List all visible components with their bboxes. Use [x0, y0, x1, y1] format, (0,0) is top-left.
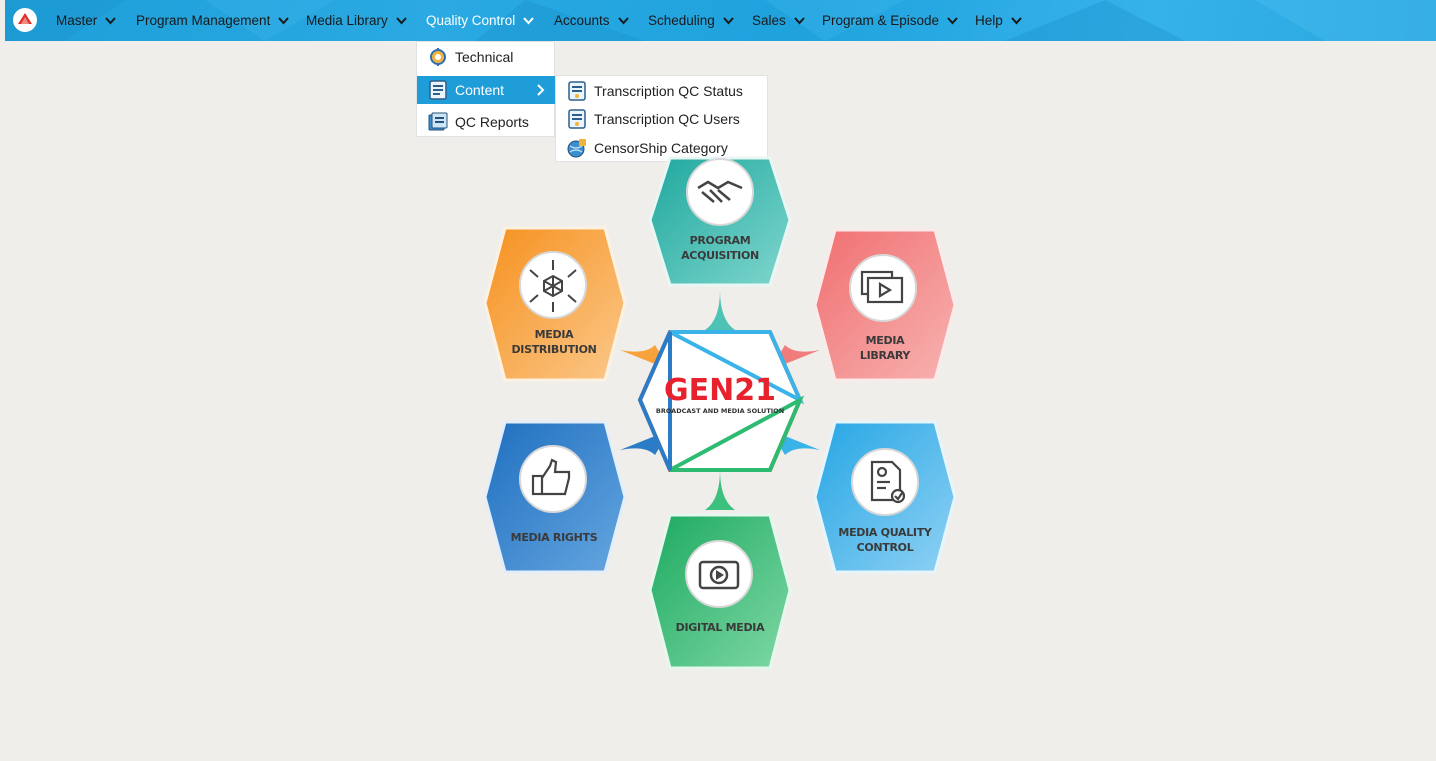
chevron-down-icon	[396, 16, 407, 24]
dropdown-item-label: Technical	[455, 49, 514, 65]
nav-item-label: Sales	[752, 13, 786, 28]
nav-item-master[interactable]: Master	[56, 0, 117, 41]
nav-item-label: Media Library	[306, 13, 388, 28]
document-icon	[568, 81, 586, 101]
node-label: MEDIA	[535, 328, 574, 341]
nav-item-label: Program Management	[136, 13, 271, 28]
document-icon	[429, 80, 447, 100]
submenu-item-label: Transcription QC Status	[594, 83, 743, 99]
node-label: ACQUISITION	[681, 249, 759, 262]
nav-item-sales[interactable]: Sales	[752, 0, 805, 41]
node-label: DIGITAL MEDIA	[676, 621, 765, 634]
nav-item-accounts[interactable]: Accounts	[554, 0, 629, 41]
dropdown-item-label: QC Reports	[455, 114, 529, 130]
node-label: MEDIA	[866, 334, 905, 347]
nav-item-label: Program & Episode	[822, 13, 940, 28]
chevron-down-icon	[794, 16, 805, 24]
content-submenu: Transcription QC Status Transcription QC…	[555, 75, 768, 162]
nav-item-scheduling[interactable]: Scheduling	[648, 0, 734, 41]
node-media-distribution[interactable]: MEDIA DISTRIBUTION	[483, 226, 627, 382]
center-title: GEN21	[664, 373, 776, 408]
dropdown-item-technical[interactable]: Technical	[417, 43, 555, 71]
submenu-item-transcription-qc-users[interactable]: Transcription QC Users	[556, 105, 767, 133]
nav-item-help[interactable]: Help	[975, 0, 1022, 41]
nav-item-label: Scheduling	[648, 13, 715, 28]
chevron-down-icon	[278, 16, 290, 24]
dropdown-item-label: Content	[455, 82, 505, 98]
submenu-item-label: Transcription QC Users	[594, 111, 740, 127]
logo-icon	[18, 13, 32, 24]
node-digital-media[interactable]: DIGITAL MEDIA	[648, 513, 792, 670]
report-icon	[428, 112, 448, 131]
nav-item-label: Quality Control	[426, 13, 516, 28]
nav-item-program-management[interactable]: Program Management	[136, 0, 290, 41]
node-label: DISTRIBUTION	[511, 343, 596, 356]
chevron-down-icon	[617, 16, 629, 24]
node-label: PROGRAM	[690, 234, 751, 247]
chevron-down-icon	[1011, 16, 1022, 24]
nav-item-label: Help	[975, 13, 1003, 28]
node-label: CONTROL	[857, 541, 914, 554]
modules-diagram: GEN21 BROADCAST AND MEDIA SOLUTION PROGR…	[483, 156, 957, 670]
node-program-acquisition[interactable]: PROGRAM ACQUISITION	[648, 156, 792, 287]
node-media-library[interactable]: MEDIA LIBRARY	[813, 228, 957, 382]
quality-control-dropdown: Technical Content QC Reports	[416, 41, 555, 137]
center-hexagon: GEN21 BROADCAST AND MEDIA SOLUTION	[637, 330, 805, 472]
submenu-item-transcription-qc-status[interactable]: Transcription QC Status	[556, 77, 767, 105]
chevron-down-icon	[947, 16, 958, 24]
chevron-right-icon	[537, 84, 545, 96]
chevron-down-icon	[523, 16, 535, 24]
top-navbar: Master Program Management Media Library Qua…	[5, 0, 1436, 41]
gear-icon	[430, 48, 446, 66]
center-subtitle: BROADCAST AND MEDIA SOLUTION	[656, 407, 784, 415]
nav-item-program-episode[interactable]: Program & Episode	[822, 0, 958, 41]
dropdown-item-content[interactable]: Content	[417, 76, 555, 104]
node-label: MEDIA RIGHTS	[511, 531, 598, 544]
nav-item-quality-control[interactable]: Quality Control	[426, 0, 535, 41]
node-label: MEDIA QUALITY	[838, 526, 932, 539]
node-media-rights[interactable]: MEDIA RIGHTS	[483, 420, 627, 574]
document-icon	[568, 109, 586, 129]
nav-item-label: Accounts	[554, 13, 610, 28]
node-label: LIBRARY	[860, 349, 912, 362]
nav-item-label: Master	[56, 13, 98, 28]
dropdown-item-qc-reports[interactable]: QC Reports	[417, 108, 555, 136]
node-media-quality-control[interactable]: MEDIA QUALITY CONTROL	[813, 420, 957, 574]
chevron-down-icon	[723, 16, 734, 24]
app-logo[interactable]	[13, 8, 37, 32]
chevron-down-icon	[105, 16, 117, 24]
nav-item-media-library[interactable]: Media Library	[306, 0, 407, 41]
